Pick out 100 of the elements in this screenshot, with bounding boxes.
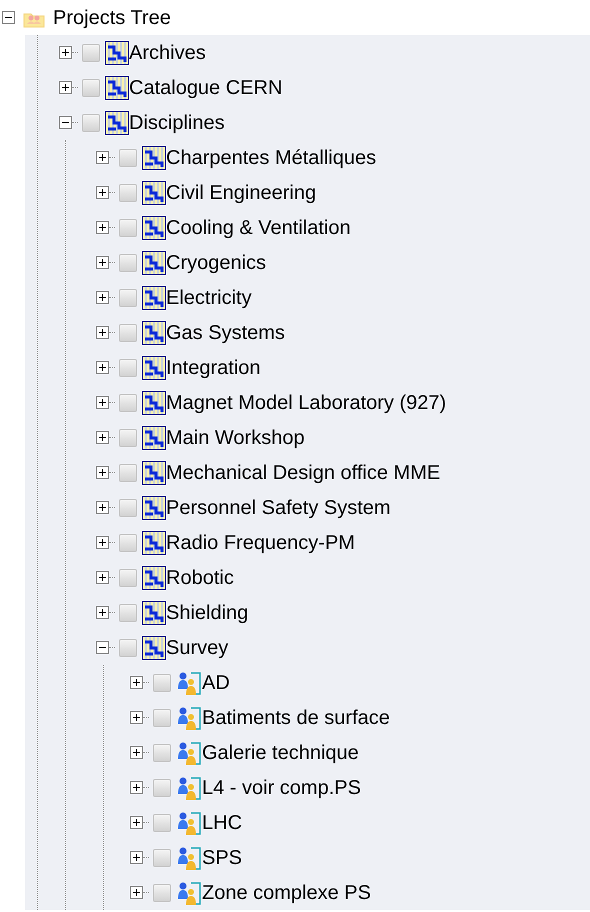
expand-toggle[interactable]	[96, 151, 109, 164]
expand-toggle[interactable]	[96, 606, 109, 619]
checkbox[interactable]	[153, 708, 171, 726]
checkbox[interactable]	[119, 638, 137, 656]
flowchart-icon	[142, 146, 166, 170]
people-icon	[176, 810, 202, 836]
flowchart-icon	[142, 426, 166, 450]
expand-toggle[interactable]	[96, 291, 109, 304]
tree-item[interactable]: Radio Frequency-PM	[166, 530, 355, 554]
tree-item[interactable]: Personnel Safety System	[166, 496, 391, 520]
flowchart-icon	[142, 636, 166, 660]
checkbox[interactable]	[119, 464, 137, 482]
checkbox[interactable]	[119, 254, 137, 272]
flowchart-icon	[142, 180, 166, 204]
people-icon	[176, 880, 202, 906]
tree-item[interactable]: Disciplines	[129, 110, 225, 134]
expand-toggle[interactable]	[96, 431, 109, 444]
flowchart-icon	[142, 250, 166, 274]
expand-toggle[interactable]	[130, 676, 143, 689]
tree-item[interactable]: Galerie technique	[202, 740, 359, 764]
people-icon	[176, 774, 202, 800]
checkbox[interactable]	[119, 218, 137, 236]
expand-toggle[interactable]	[130, 746, 143, 759]
checkbox[interactable]	[119, 428, 137, 446]
tree-item[interactable]: Zone complexe PS	[202, 880, 371, 904]
tree-item[interactable]: Survey	[166, 636, 228, 660]
expand-toggle[interactable]	[59, 81, 72, 94]
checkbox[interactable]	[82, 114, 100, 132]
checkbox[interactable]	[119, 534, 137, 552]
tree-item[interactable]: Electricity	[166, 286, 252, 310]
checkbox[interactable]	[119, 184, 137, 202]
expand-toggle[interactable]	[96, 221, 109, 234]
flowchart-icon	[105, 76, 129, 100]
tree-item[interactable]: SPS	[202, 846, 242, 870]
tree-item[interactable]: Integration	[166, 356, 261, 380]
checkbox[interactable]	[153, 814, 171, 832]
expand-toggle[interactable]	[96, 326, 109, 339]
expand-toggle[interactable]	[59, 46, 72, 59]
expand-toggle[interactable]	[130, 781, 143, 794]
checkbox[interactable]	[153, 674, 171, 692]
flowchart-icon	[142, 216, 166, 240]
checkbox[interactable]	[153, 744, 171, 762]
flowchart-icon	[142, 496, 166, 520]
checkbox[interactable]	[119, 604, 137, 622]
tree-item[interactable]: Cooling & Ventilation	[166, 216, 351, 240]
flowchart-icon	[142, 320, 166, 344]
expand-toggle[interactable]	[96, 186, 109, 199]
tree-item[interactable]: L4 - voir comp.PS	[202, 776, 361, 800]
checkbox[interactable]	[153, 884, 171, 902]
checkbox[interactable]	[119, 394, 137, 412]
flowchart-icon	[142, 460, 166, 484]
expand-toggle[interactable]	[96, 501, 109, 514]
expand-toggle[interactable]	[96, 256, 109, 269]
collapse-toggle[interactable]	[59, 116, 72, 129]
checkbox[interactable]	[119, 148, 137, 166]
collapse-toggle[interactable]	[96, 641, 109, 654]
people-icon	[176, 670, 202, 696]
expand-toggle[interactable]	[130, 816, 143, 829]
tree-item[interactable]: Shielding	[166, 600, 248, 624]
expand-toggle[interactable]	[96, 396, 109, 409]
flowchart-icon	[142, 286, 166, 310]
expand-toggle[interactable]	[96, 571, 109, 584]
flowchart-icon	[142, 530, 166, 554]
checkbox[interactable]	[119, 498, 137, 516]
expand-toggle[interactable]	[96, 466, 109, 479]
tree-item[interactable]: Archives	[129, 40, 206, 64]
expand-toggle[interactable]	[96, 536, 109, 549]
expand-toggle[interactable]	[130, 851, 143, 864]
expand-toggle[interactable]	[130, 711, 143, 724]
checkbox[interactable]	[119, 288, 137, 306]
checkbox[interactable]	[82, 44, 100, 62]
tree-item[interactable]: Cryogenics	[166, 250, 266, 274]
checkbox[interactable]	[153, 778, 171, 796]
checkbox[interactable]	[153, 848, 171, 866]
tree-item[interactable]: Charpentes Métalliques	[166, 146, 376, 170]
people-icon	[176, 844, 202, 870]
checkbox[interactable]	[119, 568, 137, 586]
expand-toggle[interactable]	[130, 886, 143, 899]
tree-item[interactable]: Magnet Model Laboratory (927)	[166, 390, 446, 414]
checkbox[interactable]	[119, 358, 137, 376]
tree-item[interactable]: Projects Tree	[53, 6, 171, 30]
tree-item[interactable]: Robotic	[166, 566, 234, 590]
tree-item[interactable]: Catalogue CERN	[129, 76, 282, 100]
tree-item[interactable]: Main Workshop	[166, 426, 305, 450]
flowchart-icon	[142, 390, 166, 414]
checkbox[interactable]	[119, 324, 137, 342]
tree-item[interactable]: Mechanical Design office MME	[166, 460, 440, 484]
flowchart-icon	[142, 600, 166, 624]
tree-item[interactable]: Batiments de surface	[202, 706, 390, 730]
tree-item[interactable]: LHC	[202, 810, 242, 834]
people-icon	[176, 740, 202, 766]
checkbox[interactable]	[82, 78, 100, 96]
flowchart-icon	[105, 40, 129, 64]
tree-item[interactable]: AD	[202, 670, 230, 694]
flowchart-icon	[142, 566, 166, 590]
people-icon	[176, 704, 202, 730]
expand-toggle[interactable]	[96, 361, 109, 374]
collapse-toggle[interactable]	[2, 11, 15, 24]
tree-item[interactable]: Gas Systems	[166, 320, 285, 344]
tree-item[interactable]: Civil Engineering	[166, 180, 316, 204]
